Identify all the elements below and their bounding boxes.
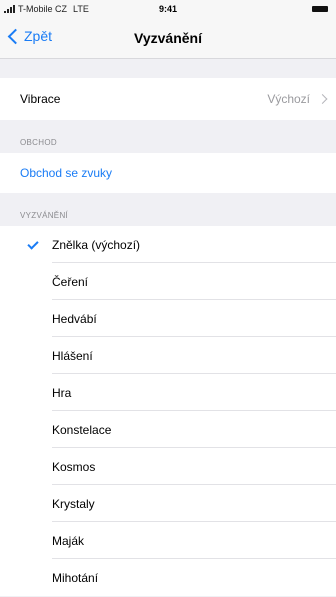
ringtone-label: Hedvábí: [52, 311, 97, 326]
status-bar: T-Mobile CZ LTE 9:41: [0, 0, 336, 20]
ringtone-row[interactable]: Znělka (výchozí): [0, 226, 336, 263]
checkmark-icon: [27, 237, 39, 250]
ringtones-section-header: VYZVÁNĚNÍ: [20, 211, 69, 220]
ringtone-row[interactable]: Hra: [0, 374, 336, 411]
ringtone-label: Hra: [52, 385, 72, 400]
status-time: 9:41: [158, 4, 177, 14]
ringtone-label: Mihotání: [52, 570, 99, 585]
ringtone-label: Konstelace: [52, 422, 112, 437]
ringtone-label: Hlášení: [52, 348, 93, 363]
store-link[interactable]: Obchod se zvuky: [20, 166, 112, 180]
vibration-value: Výchozí: [267, 92, 310, 106]
ringtone-label: Krystaly: [52, 496, 95, 511]
chevron-right-icon: [317, 94, 328, 104]
ringtone-label: Čeření: [52, 274, 89, 289]
ringtone-label: Kosmos: [52, 459, 96, 474]
ringtone-label: Znělka (výchozí): [52, 237, 141, 252]
ringtone-row[interactable]: Hlášení: [0, 337, 336, 374]
ringtone-row[interactable]: Konstelace: [0, 411, 336, 448]
nav-bar: Zpět Vyzvánění: [0, 20, 336, 59]
ringtone-label: Maják: [52, 533, 85, 548]
battery-icon: [312, 6, 328, 12]
ringtone-row[interactable]: Maják: [0, 522, 336, 559]
ringtone-row[interactable]: Mihotání: [0, 559, 336, 596]
vibration-row[interactable]: Vibrace Výchozí: [0, 78, 336, 120]
page-title: Vyzvánění: [134, 30, 202, 46]
ringtone-row[interactable]: Hedvábí: [0, 300, 336, 337]
store-link-row[interactable]: Obchod se zvuky: [0, 153, 336, 193]
store-section-header: OBCHOD: [20, 138, 57, 147]
ringtone-row[interactable]: Čeření: [0, 263, 336, 300]
ringtone-row[interactable]: Krystaly: [0, 485, 336, 522]
vibration-label: Vibrace: [20, 92, 61, 106]
ringtone-row[interactable]: Kosmos: [0, 448, 336, 485]
